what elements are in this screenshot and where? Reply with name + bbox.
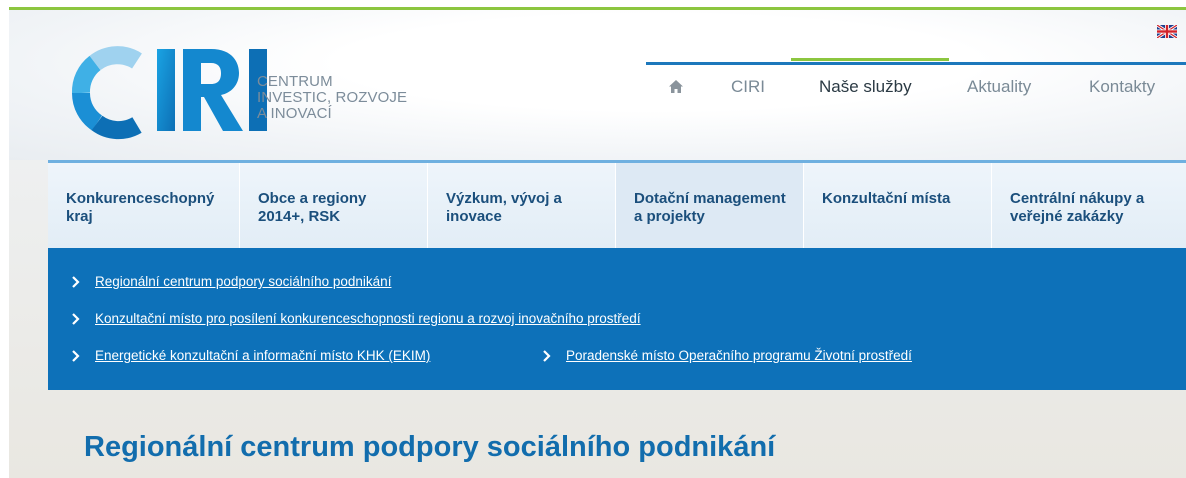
tab-obce-a-regiony[interactable]: Obce a regiony 2014+, RSK — [240, 163, 428, 248]
tab-vyzkum-vyvoj-inovace[interactable]: Výzkum, vývoj a inovace — [428, 163, 616, 248]
logo-tagline-line-3: A INOVACÍ — [257, 105, 332, 122]
services-tabs: Konkurenceschopný kraj Obce a regiony 20… — [48, 160, 1186, 248]
nav-item-nase-sluzby[interactable]: Naše služby — [819, 77, 912, 97]
home-icon[interactable] — [668, 79, 684, 94]
logo-tagline-line-1: CENTRUM — [257, 73, 333, 90]
tab-label: Obce a regiony 2014+, RSK — [258, 190, 367, 225]
tab-dotacni-management[interactable]: Dotační management a projekty — [616, 163, 804, 248]
submenu-link-ekim[interactable]: Energetické konzultační a informační mís… — [95, 348, 430, 363]
nav-item-aktuality[interactable]: Aktuality — [967, 77, 1031, 97]
page-title: Regionální centrum podpory sociálního po… — [84, 431, 776, 463]
chevron-right-icon — [72, 313, 80, 325]
nav-item-ciri[interactable]: CIRI — [731, 77, 765, 97]
tab-label: Centrální nákupy a veřejné zakázky — [1010, 190, 1145, 225]
nav-item-kontakty[interactable]: Kontakty — [1089, 77, 1155, 97]
tab-label: Konkurenceschopný kraj — [66, 190, 215, 225]
chevron-right-icon — [543, 350, 551, 362]
tab-centralni-nakupy[interactable]: Centrální nákupy a veřejné zakázky — [992, 163, 1186, 248]
chevron-right-icon — [72, 350, 80, 362]
tab-label: Konzultační místa — [822, 190, 951, 207]
submenu-link-rcpsp[interactable]: Regionální centrum podpory sociálního po… — [95, 274, 391, 289]
tab-label: Výzkum, vývoj a inovace — [446, 190, 562, 225]
nav-active-indicator — [791, 58, 949, 61]
tab-konkurenceschopny-kraj[interactable]: Konkurenceschopný kraj — [48, 163, 240, 248]
submenu-link-op-zp[interactable]: Poradenské místo Operačního programu Živ… — [566, 348, 912, 363]
tab-konzultacni-mista[interactable]: Konzultační místa — [804, 163, 992, 248]
tab-label: Dotační management a projekty — [634, 190, 786, 225]
uk-flag-icon[interactable] — [1157, 25, 1177, 38]
logo-tagline-line-2: INVESTIC, ROZVOJE — [257, 89, 408, 106]
page: CENTRUM INVESTIC, ROZVOJE A INOVACÍ CIRI… — [9, 7, 1186, 478]
submenu-link-konzultacni-misto[interactable]: Konzultační místo pro posílení konkurenc… — [95, 311, 641, 326]
chevron-right-icon — [72, 276, 80, 288]
logo-tagline: CENTRUM INVESTIC, ROZVOJE A INOVACÍ — [257, 74, 407, 122]
